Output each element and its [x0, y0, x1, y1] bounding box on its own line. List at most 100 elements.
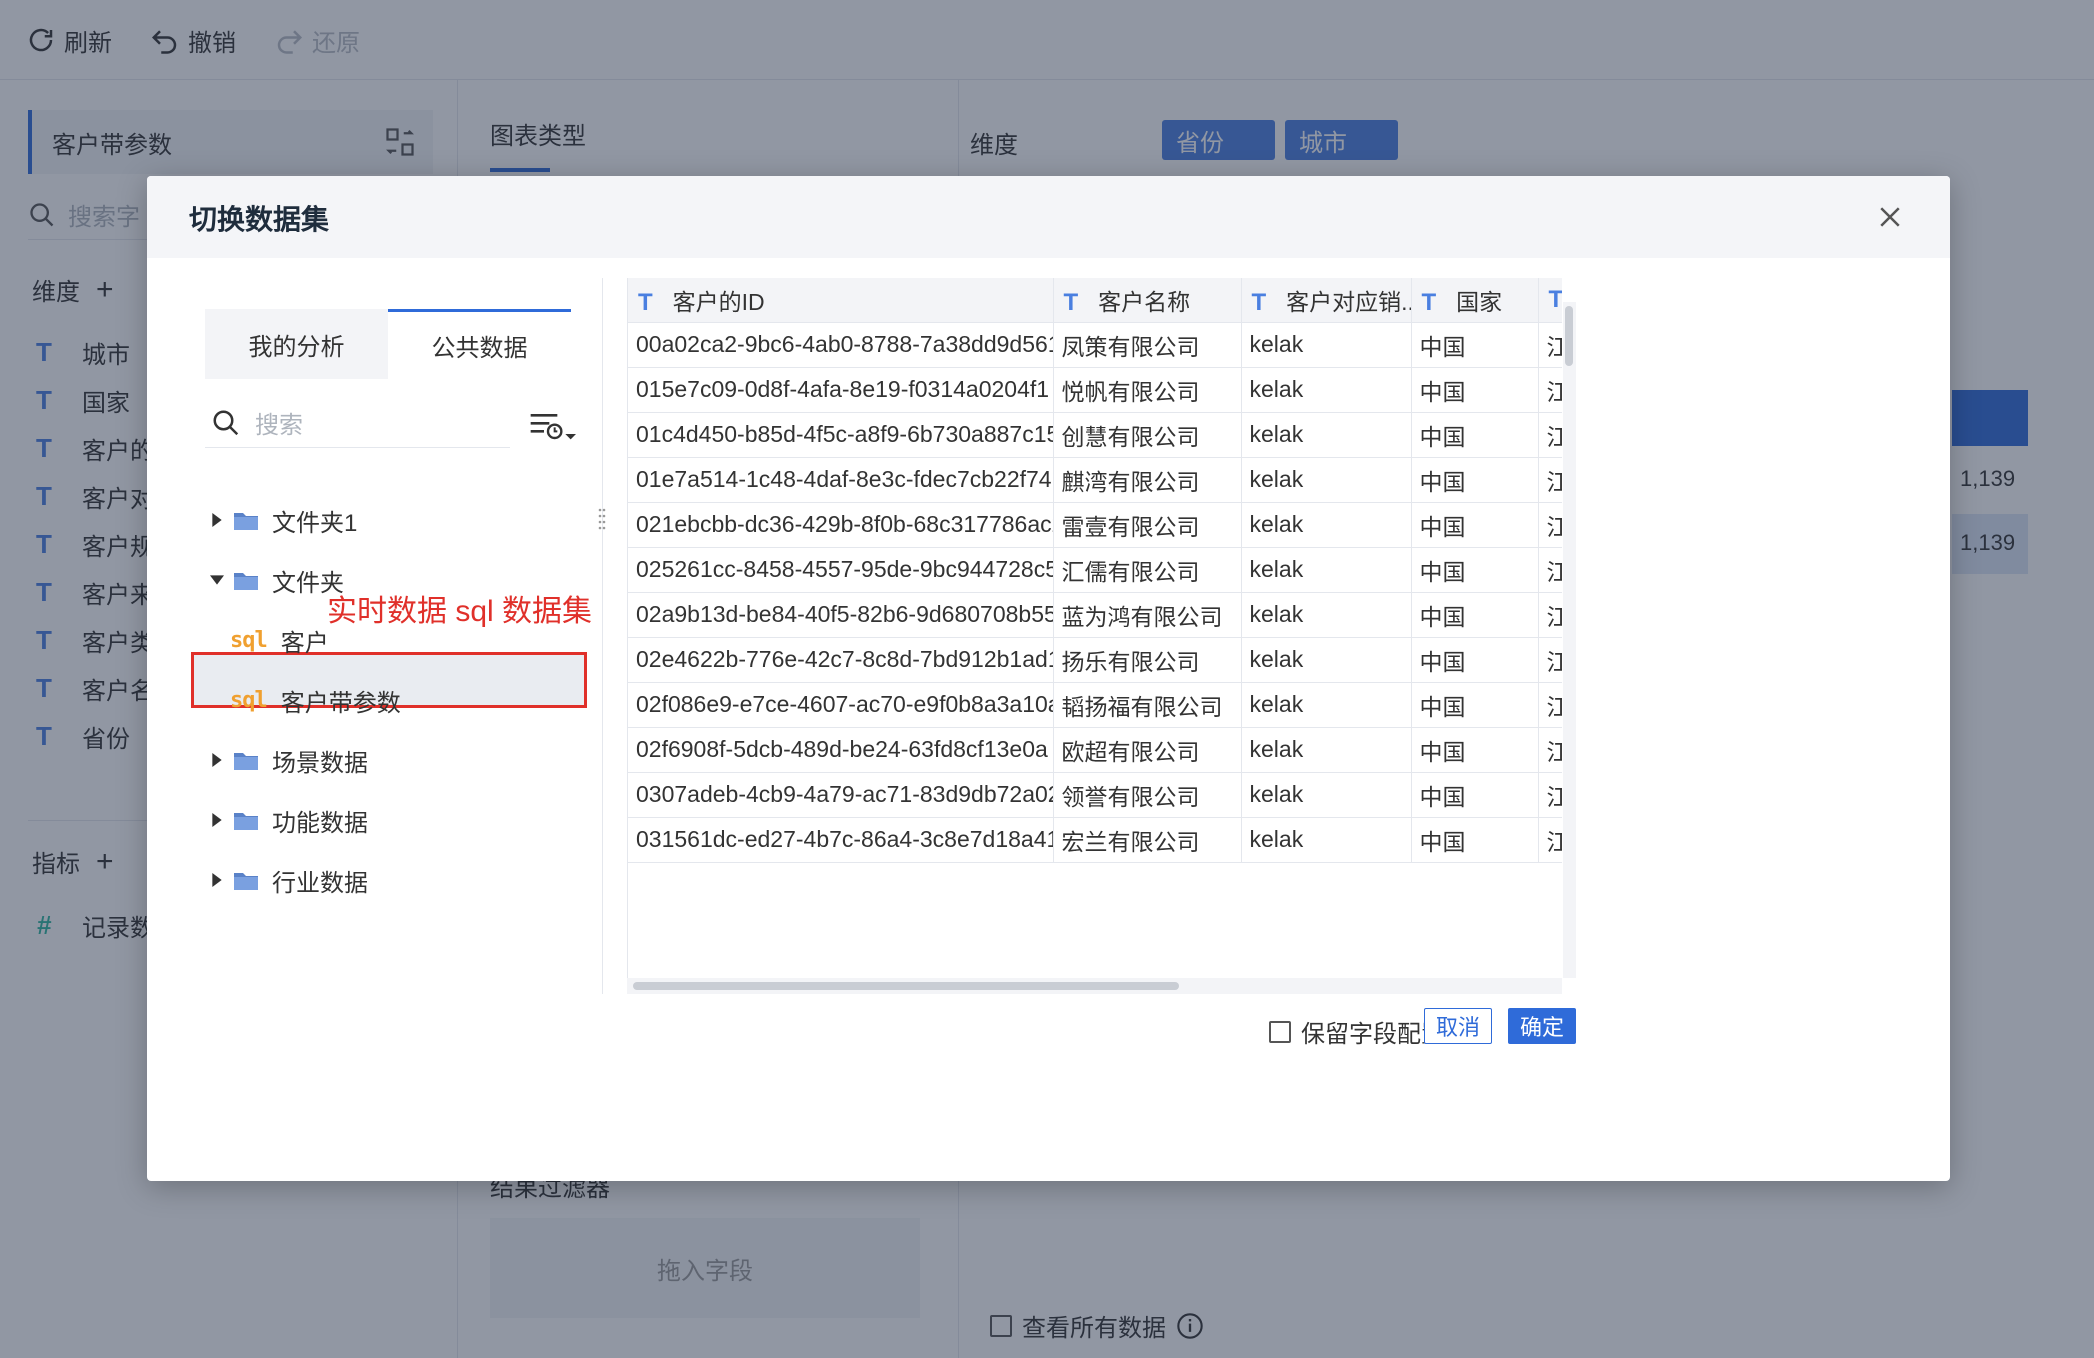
table-cell: 01c4d450-b85d-4f5c-a8f9-6b730a887c15 [628, 412, 1054, 458]
dialog-header [147, 176, 1950, 258]
table-cell: 025261cc-8458-4557-95de-9bc944728c55 [628, 547, 1054, 593]
data-preview-table: T 客户的ID T 客户名称 T 客户对应销... T 国家 T 00a02ca2-9bc6-4… [627, 278, 1562, 978]
tree-item-folder[interactable]: 场景数据 [202, 738, 368, 782]
table-cell: 中国 [1411, 547, 1539, 593]
text-type-icon: T [1548, 285, 1563, 313]
table-row: 01e7a514-1c48-4daf-8e3c-fdec7cb22f74 麒湾有限… [628, 457, 1562, 503]
keep-fields-option[interactable]: 保留字段配置 [1269, 1014, 1445, 1049]
table-row: 021ebcbb-dc36-429b-8f0b-68c317786ac2 雷壹有限… [628, 502, 1562, 548]
table-row: 0307adeb-4cb9-4a79-ac71-83d9db72a023 领誉有限… [628, 772, 1562, 818]
table-cell: 韬扬福有限公司 [1053, 682, 1242, 728]
tree-item-folder[interactable]: 功能数据 [202, 798, 368, 842]
table-cell: 蓝为鸿有限公司 [1053, 592, 1242, 638]
table-cell: 00a02ca2-9bc6-4ab0-8788-7a38dd9d5610 [628, 322, 1054, 368]
column-header[interactable]: T 客户名称 [1053, 278, 1242, 323]
caret-right-icon[interactable] [202, 753, 232, 767]
caret-right-icon[interactable] [202, 813, 232, 827]
cancel-label: 取消 [1435, 1015, 1480, 1040]
folder-icon [232, 508, 260, 532]
table-cell: 江 [1538, 502, 1562, 548]
table-cell: 宏兰有限公司 [1053, 817, 1242, 863]
table-cell: 麒湾有限公司 [1053, 457, 1242, 503]
dialog-title: 切换数据集 [189, 204, 330, 235]
table-cell: 江 [1538, 772, 1562, 818]
cancel-button[interactable]: 取消 [1424, 1008, 1492, 1044]
table-cell: 中国 [1411, 727, 1539, 773]
tab-label: 公共数据 [431, 335, 528, 362]
vertical-scroll-thumb[interactable] [1565, 306, 1573, 366]
table-cell: 江 [1538, 682, 1562, 728]
dataset-search-placeholder: 搜索 [255, 412, 303, 439]
tab-public-data[interactable]: 公共数据 [388, 309, 571, 379]
tree-item-label: 功能数据 [272, 809, 368, 837]
table-cell: 02f086e9-e7ce-4607-ac70-e9f0b8a3a10a [628, 682, 1054, 728]
caret-right-icon[interactable] [202, 873, 232, 887]
table-row: 031561dc-ed27-4b7c-86a4-3c8e7d18a41e 宏兰有限… [628, 817, 1562, 863]
column-header[interactable]: T [1538, 278, 1563, 323]
table-cell: 021ebcbb-dc36-429b-8f0b-68c317786ac2 [628, 502, 1054, 548]
text-type-icon: T [1251, 288, 1267, 316]
sort-filter-icon[interactable] [527, 410, 577, 442]
table-cell: kelak [1241, 547, 1412, 593]
table-cell: kelak [1241, 772, 1412, 818]
table-cell: 江 [1538, 547, 1562, 593]
table-cell: 02e4622b-776e-42c7-8c8d-7bd912b1ad17 [628, 637, 1054, 683]
tree-item-label: 客户带参数 [280, 689, 401, 717]
tab-my-analysis[interactable]: 我的分析 [205, 309, 388, 379]
tab-label: 我的分析 [248, 333, 345, 361]
table-cell: kelak [1241, 817, 1412, 863]
table-cell: 扬乐有限公司 [1053, 637, 1242, 683]
table-cell: 中国 [1411, 457, 1539, 503]
table-cell: 领誉有限公司 [1053, 772, 1242, 818]
tree-item-sql-dataset[interactable]: sql 客户 [230, 618, 329, 662]
table-cell: kelak [1241, 727, 1412, 773]
confirm-button[interactable]: 确定 [1508, 1008, 1576, 1044]
dataset-search[interactable]: 搜索 [205, 398, 510, 448]
table-cell: kelak [1241, 592, 1412, 638]
folder-icon [232, 868, 260, 892]
keep-fields-checkbox[interactable] [1269, 1020, 1291, 1043]
table-cell: 中国 [1411, 502, 1539, 548]
horizontal-scroll-thumb[interactable] [633, 982, 1179, 990]
folder-icon [232, 568, 260, 592]
close-icon[interactable] [1875, 202, 1905, 232]
table-row: 02e4622b-776e-42c7-8c8d-7bd912b1ad17 扬乐有限… [628, 637, 1562, 683]
tree-item-folder[interactable]: 文件夹 [202, 558, 344, 602]
switch-dataset-dialog: 切换数据集 我的分析 公共数据 搜索 文件夹1 文件夹 sql 客户 sql 客户带参数场… [147, 176, 1950, 1181]
tree-item-folder[interactable]: 文件夹1 [202, 498, 357, 542]
table-cell: 中国 [1411, 682, 1539, 728]
text-type-icon: T [638, 288, 653, 316]
column-header[interactable]: T 客户的ID [628, 278, 1054, 323]
tree-item-label: 客户 [280, 629, 329, 657]
table-row: 01c4d450-b85d-4f5c-a8f9-6b730a887c15 创慧有限… [628, 412, 1562, 458]
column-header[interactable]: T 客户对应销... [1241, 278, 1412, 323]
table-cell: 悦帆有限公司 [1053, 367, 1242, 413]
tree-item-folder[interactable]: 行业数据 [202, 858, 368, 902]
table-cell: 江 [1538, 817, 1562, 863]
table-cell: 031561dc-ed27-4b7c-86a4-3c8e7d18a41e [628, 817, 1054, 863]
folder-icon [232, 748, 260, 772]
table-cell: 凤策有限公司 [1053, 322, 1242, 368]
table-cell: 江 [1538, 592, 1562, 638]
table-cell: 创慧有限公司 [1053, 412, 1242, 458]
table-cell: 中国 [1411, 367, 1539, 413]
table-cell: 江 [1538, 727, 1562, 773]
table-cell: 中国 [1411, 322, 1539, 368]
table-cell: kelak [1241, 322, 1412, 368]
table-row: 00a02ca2-9bc6-4ab0-8788-7a38dd9d5610 凤策有限… [628, 322, 1562, 368]
vertical-scrollbar[interactable] [1563, 302, 1576, 978]
table-cell: 雷壹有限公司 [1053, 502, 1242, 548]
table-cell: 中国 [1411, 412, 1539, 458]
sql-dataset-icon: sql [230, 627, 268, 653]
drag-handle-icon[interactable] [594, 506, 610, 530]
table-cell: 0307adeb-4cb9-4a79-ac71-83d9db72a023 [628, 772, 1054, 818]
caret-down-icon[interactable] [202, 574, 232, 586]
search-icon [213, 410, 239, 435]
table-cell: 江 [1538, 637, 1562, 683]
tree-item-label: 行业数据 [272, 869, 368, 897]
column-header[interactable]: T 国家 [1411, 278, 1539, 323]
caret-right-icon[interactable] [202, 513, 232, 527]
table-cell: 02a9b13d-be84-40f5-82b6-9d680708b550 [628, 592, 1054, 638]
table-cell: 02f6908f-5dcb-489d-be24-63fd8cf13e0a [628, 727, 1054, 773]
tree-item-sql-dataset[interactable]: sql 客户带参数 [230, 678, 401, 722]
